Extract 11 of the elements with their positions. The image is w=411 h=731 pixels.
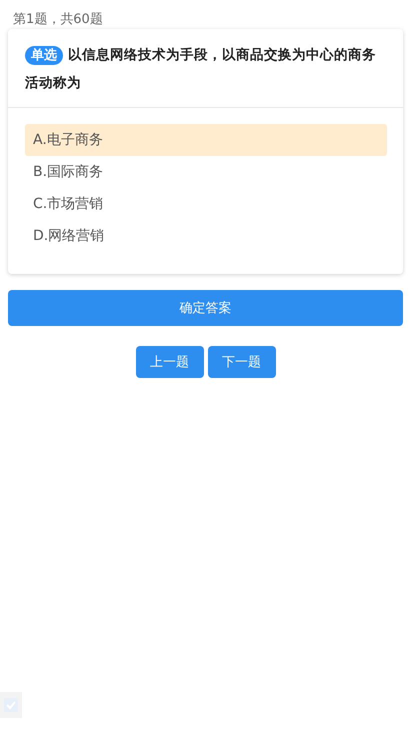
answer-option[interactable]: D.网络营销: [25, 220, 387, 252]
nav-button[interactable]: 下一题: [208, 346, 276, 378]
question-counter: 第1题，共60题: [12, 11, 104, 29]
question-text: 单选 以信息网络技术为手段，以商品交换为中心的商务活动称为: [25, 45, 377, 93]
question-type-tag: 单选: [25, 46, 63, 65]
nav-button[interactable]: 上一题: [136, 346, 204, 378]
answer-option[interactable]: B.国际商务: [25, 156, 387, 188]
check-icon[interactable]: [4, 698, 18, 712]
answer-option[interactable]: C.市场营销: [25, 188, 387, 220]
answer-option[interactable]: A.电子商务: [25, 124, 387, 156]
confirm-answer-button[interactable]: 确定答案: [8, 290, 403, 326]
